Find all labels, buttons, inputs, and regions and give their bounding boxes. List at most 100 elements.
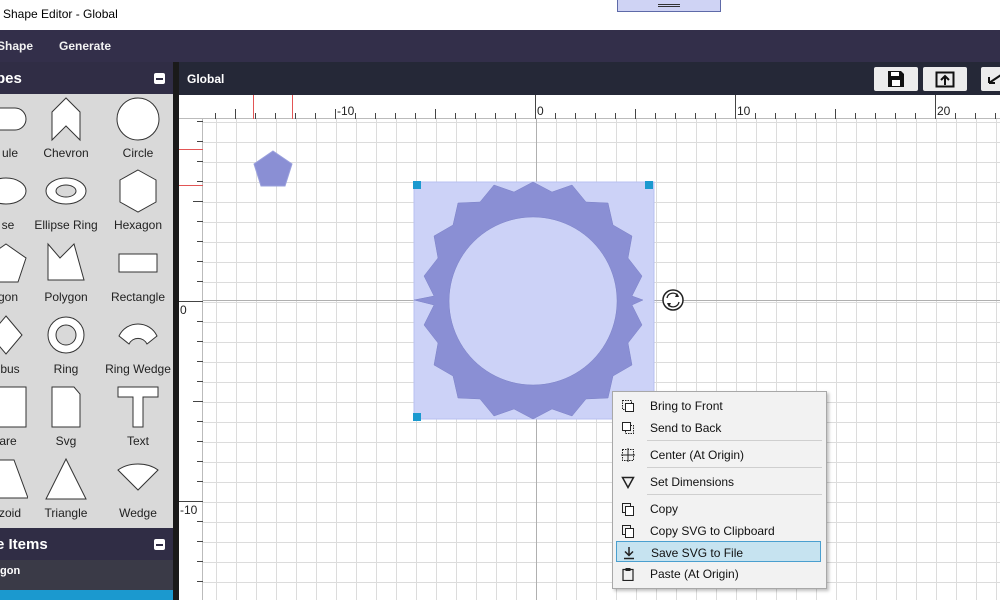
ruler-label: 20 [937, 104, 951, 118]
shape-items-list: gon [0, 560, 173, 600]
rectangle-icon [118, 253, 158, 273]
text-icon [117, 386, 159, 428]
export-button[interactable] [923, 67, 967, 91]
menu-item-center[interactable]: Center (At Origin) [616, 444, 821, 465]
copy-icon [622, 503, 634, 516]
undo-icon [988, 74, 1000, 84]
shapes-panel-header: pes [0, 62, 173, 94]
drawing-canvas[interactable] [203, 119, 1000, 600]
shape-tile-text[interactable]: Text [102, 382, 173, 454]
menu-item-label: Set Dimensions [650, 475, 735, 489]
export-icon [935, 71, 955, 88]
window-title: Shape Editor - Global [3, 7, 118, 21]
rotate-handle-icon[interactable] [662, 289, 684, 311]
document-header: Global [179, 62, 1000, 95]
shape-tile-label: Circle [122, 146, 154, 160]
shape-tile-label: Polygon [44, 290, 88, 304]
shape-tile-rectangle[interactable]: Rectangle [102, 238, 173, 310]
shapes-grid: ule Chevron Circle se Ellipse Ring Hexag… [0, 94, 173, 528]
paste-icon [622, 568, 634, 581]
bring-to-front-icon [622, 400, 634, 412]
title-bar: Shape Editor - Global [0, 0, 1000, 30]
save-icon [888, 71, 904, 87]
shape-tile-chevron[interactable]: Chevron [30, 94, 102, 166]
shape-tile-ring[interactable]: Ring [30, 310, 102, 382]
ellipse-ring-icon [45, 177, 87, 205]
shape-tile-label: Wedge [119, 506, 157, 520]
shape-tile-wedge[interactable]: Wedge [102, 454, 173, 526]
shape-tile-ring-wedge[interactable]: Ring Wedge [102, 310, 173, 382]
menu-item-label: Save SVG to File [651, 546, 744, 560]
triangle-icon [45, 457, 87, 500]
collapse-icon[interactable] [154, 539, 165, 550]
list-item[interactable]: gon [0, 565, 20, 577]
center-icon [621, 448, 635, 462]
menu-generate[interactable]: Generate [59, 39, 111, 53]
menu-item-set-dimensions[interactable]: Set Dimensions [616, 471, 821, 492]
menu-item-label: Bring to Front [650, 399, 723, 413]
shapes-panel-title: pes [0, 70, 22, 87]
collapse-icon[interactable] [154, 73, 165, 84]
capsule-icon [0, 107, 27, 131]
menu-item-copy[interactable]: Copy [616, 498, 821, 519]
shape-tile-label: Ring [53, 362, 79, 376]
menu-shape[interactable]: Shape [0, 39, 33, 53]
set-dimensions-icon [621, 476, 635, 489]
shape-tile-label: Rectangle [110, 290, 166, 304]
polygon-icon [47, 242, 85, 281]
shape-tile-label: Hexagon [113, 218, 163, 232]
selected-list-item[interactable] [0, 590, 173, 600]
resize-handle[interactable] [413, 413, 421, 421]
shape-items-panel-header: e Items [0, 528, 173, 560]
shape-tile-triangle[interactable]: Triangle [30, 454, 102, 526]
trapezoid-icon [0, 459, 28, 499]
menu-item-send-to-back[interactable]: Send to Back [616, 417, 821, 438]
menu-item-bring-to-front[interactable]: Bring to Front [616, 395, 821, 416]
ruler-label: 0 [180, 303, 187, 317]
shape-tile-ellipse-ring[interactable]: Ellipse Ring [30, 166, 102, 238]
hexagon-icon [119, 169, 157, 213]
ring-wedge-icon [118, 323, 158, 345]
ruler-label: 0 [537, 104, 544, 118]
ruler-label: -10 [180, 503, 198, 517]
tab-global[interactable]: Global [187, 72, 224, 86]
menu-item-label: Paste (At Origin) [650, 567, 739, 581]
ellipse-icon [0, 177, 27, 205]
svg-icon [51, 386, 81, 428]
window-thumbnail[interactable] [617, 0, 721, 12]
menu-item-save-svg[interactable]: Save SVG to File [616, 541, 821, 562]
circle-icon [116, 97, 160, 141]
menu-item-label: Center (At Origin) [650, 448, 745, 462]
menu-separator [647, 467, 822, 468]
ruler-label: 10 [737, 104, 751, 118]
wedge-icon [117, 463, 159, 491]
save-button[interactable] [874, 67, 918, 91]
menu-item-paste[interactable]: Paste (At Origin) [616, 563, 821, 584]
save-svg-icon [624, 547, 634, 560]
ruler-label: -10 [337, 104, 355, 118]
resize-handle[interactable] [413, 181, 421, 189]
shape-tile-circle[interactable]: Circle [102, 94, 173, 166]
menu-item-label: Copy [650, 502, 679, 516]
rhombus-icon [0, 315, 23, 355]
copy-svg-icon [622, 525, 634, 538]
shape-tile-hexagon[interactable]: Hexagon [102, 166, 173, 238]
context-menu: Bring to Front Send to Back Center (At O… [612, 391, 827, 589]
left-panel: pes ule Chevron Circle se Ellipse Ring H… [0, 62, 175, 600]
shape-tile-label: Svg [55, 434, 77, 448]
menu-item-label: Send to Back [650, 421, 722, 435]
shape-tile-label: Chevron [43, 146, 89, 160]
shape-tile-svg[interactable]: Svg [30, 382, 102, 454]
undo-button[interactable] [981, 67, 1000, 91]
menu-separator [647, 440, 822, 441]
menu-bar: Shape Generate [0, 30, 1000, 62]
send-to-back-icon [622, 422, 634, 434]
shape-tile-label: Ellipse Ring [34, 218, 98, 232]
resize-handle[interactable] [645, 181, 653, 189]
shape-tile-label: Triangle [44, 506, 88, 520]
pentagon-icon [0, 243, 27, 283]
menu-item-label: Copy SVG to Clipboard [650, 524, 775, 538]
shape-tile-polygon[interactable]: Polygon [30, 238, 102, 310]
menu-item-copy-svg[interactable]: Copy SVG to Clipboard [616, 520, 821, 541]
horizontal-ruler: -10 0 10 20 [179, 95, 1000, 119]
